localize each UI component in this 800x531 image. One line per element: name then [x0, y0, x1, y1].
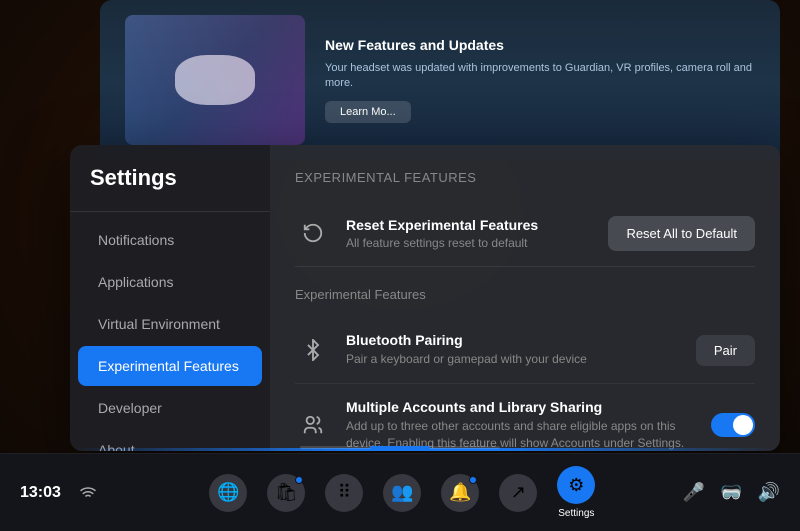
floating-screen-image [125, 15, 305, 145]
multiple-accounts-row: Multiple Accounts and Library Sharing Ad… [295, 384, 755, 451]
floating-screen: New Features and Updates Your headset wa… [100, 0, 780, 160]
scroll-indicator [300, 446, 500, 449]
notifications-icon: 🔔 [441, 474, 479, 512]
main-content: Experimental Features Reset Experimental… [270, 145, 780, 451]
settings-label: Settings [558, 508, 594, 519]
mic-icon[interactable]: 🎤 [683, 482, 705, 503]
reset-all-button[interactable]: Reset All to Default [608, 216, 755, 251]
sidebar-item-developer[interactable]: Developer [78, 388, 262, 428]
wifi-icon [79, 484, 97, 501]
taskbar-item-share[interactable]: ↗ [499, 474, 537, 512]
settings-icon: ⚙ [557, 466, 595, 504]
reset-subtitle: All feature settings reset to default [346, 236, 608, 250]
taskbar-time: 13:03 [20, 484, 61, 502]
taskbar-item-home[interactable]: 🌐 [209, 474, 247, 512]
sidebar-item-notifications[interactable]: Notifications [78, 220, 262, 260]
taskbar-bottom-icons: 🎤 🥽 🔊 [683, 482, 780, 503]
learn-more-button[interactable]: Learn Mo... [325, 101, 411, 123]
sidebar-title: Settings [70, 165, 270, 212]
bluetooth-icon [295, 332, 331, 368]
home-icon: 🌐 [209, 474, 247, 512]
sidebar-item-applications[interactable]: Applications [78, 262, 262, 302]
bluetooth-subtitle: Pair a keyboard or gamepad with your dev… [346, 351, 696, 368]
reset-text: Reset Experimental Features All feature … [346, 217, 608, 250]
section-header-experimental-2: Experimental Features [295, 287, 755, 302]
pair-button[interactable]: Pair [696, 335, 755, 366]
people-icon: 👥 [383, 474, 421, 512]
reset-icon [295, 215, 331, 251]
taskbar-item-apps[interactable]: ⠿ [325, 474, 363, 512]
accounts-title: Multiple Accounts and Library Sharing [346, 399, 711, 415]
taskbar-item-settings[interactable]: ⚙ Settings [557, 466, 595, 519]
store-badge [295, 476, 303, 484]
vr-silhouette-image [175, 55, 255, 105]
taskbar-item-people[interactable]: 👥 [383, 474, 421, 512]
accounts-toggle[interactable] [711, 413, 755, 437]
taskbar: 13:03 🌐 🛍 ⠿ 👥 [0, 453, 800, 531]
taskbar-item-notifications[interactable]: 🔔 [441, 474, 479, 512]
bluetooth-title: Bluetooth Pairing [346, 332, 696, 348]
floating-screen-title: New Features and Updates [325, 37, 755, 53]
sidebar: Settings Notifications Applications Virt… [70, 145, 270, 451]
floating-screen-text: New Features and Updates Your headset wa… [325, 37, 755, 124]
taskbar-icons: 🌐 🛍 ⠿ 👥 🔔 ↗ ⚙ [122, 466, 683, 519]
bluetooth-pairing-row: Bluetooth Pairing Pair a keyboard or gam… [295, 317, 755, 384]
bluetooth-text: Bluetooth Pairing Pair a keyboard or gam… [346, 332, 696, 368]
reset-experimental-row: Reset Experimental Features All feature … [295, 200, 755, 267]
share-icon: ↗ [499, 474, 537, 512]
scroll-thumb [370, 446, 430, 449]
sidebar-item-experimental-features[interactable]: Experimental Features [78, 346, 262, 386]
vr-icon[interactable]: 🥽 [720, 482, 742, 503]
section-header-experimental: Experimental Features [295, 170, 755, 185]
store-icon: 🛍 [267, 474, 305, 512]
floating-screen-description: Your headset was updated with improvemen… [325, 61, 755, 92]
apps-icon: ⠿ [325, 474, 363, 512]
reset-title: Reset Experimental Features [346, 217, 608, 233]
volume-icon[interactable]: 🔊 [758, 482, 780, 503]
accounts-icon [295, 407, 331, 443]
taskbar-item-store[interactable]: 🛍 [267, 474, 305, 512]
sidebar-item-virtual-environment[interactable]: Virtual Environment [78, 304, 262, 344]
accounts-text: Multiple Accounts and Library Sharing Ad… [346, 399, 711, 451]
notifications-badge [469, 476, 477, 484]
settings-panel: Settings Notifications Applications Virt… [70, 145, 780, 451]
